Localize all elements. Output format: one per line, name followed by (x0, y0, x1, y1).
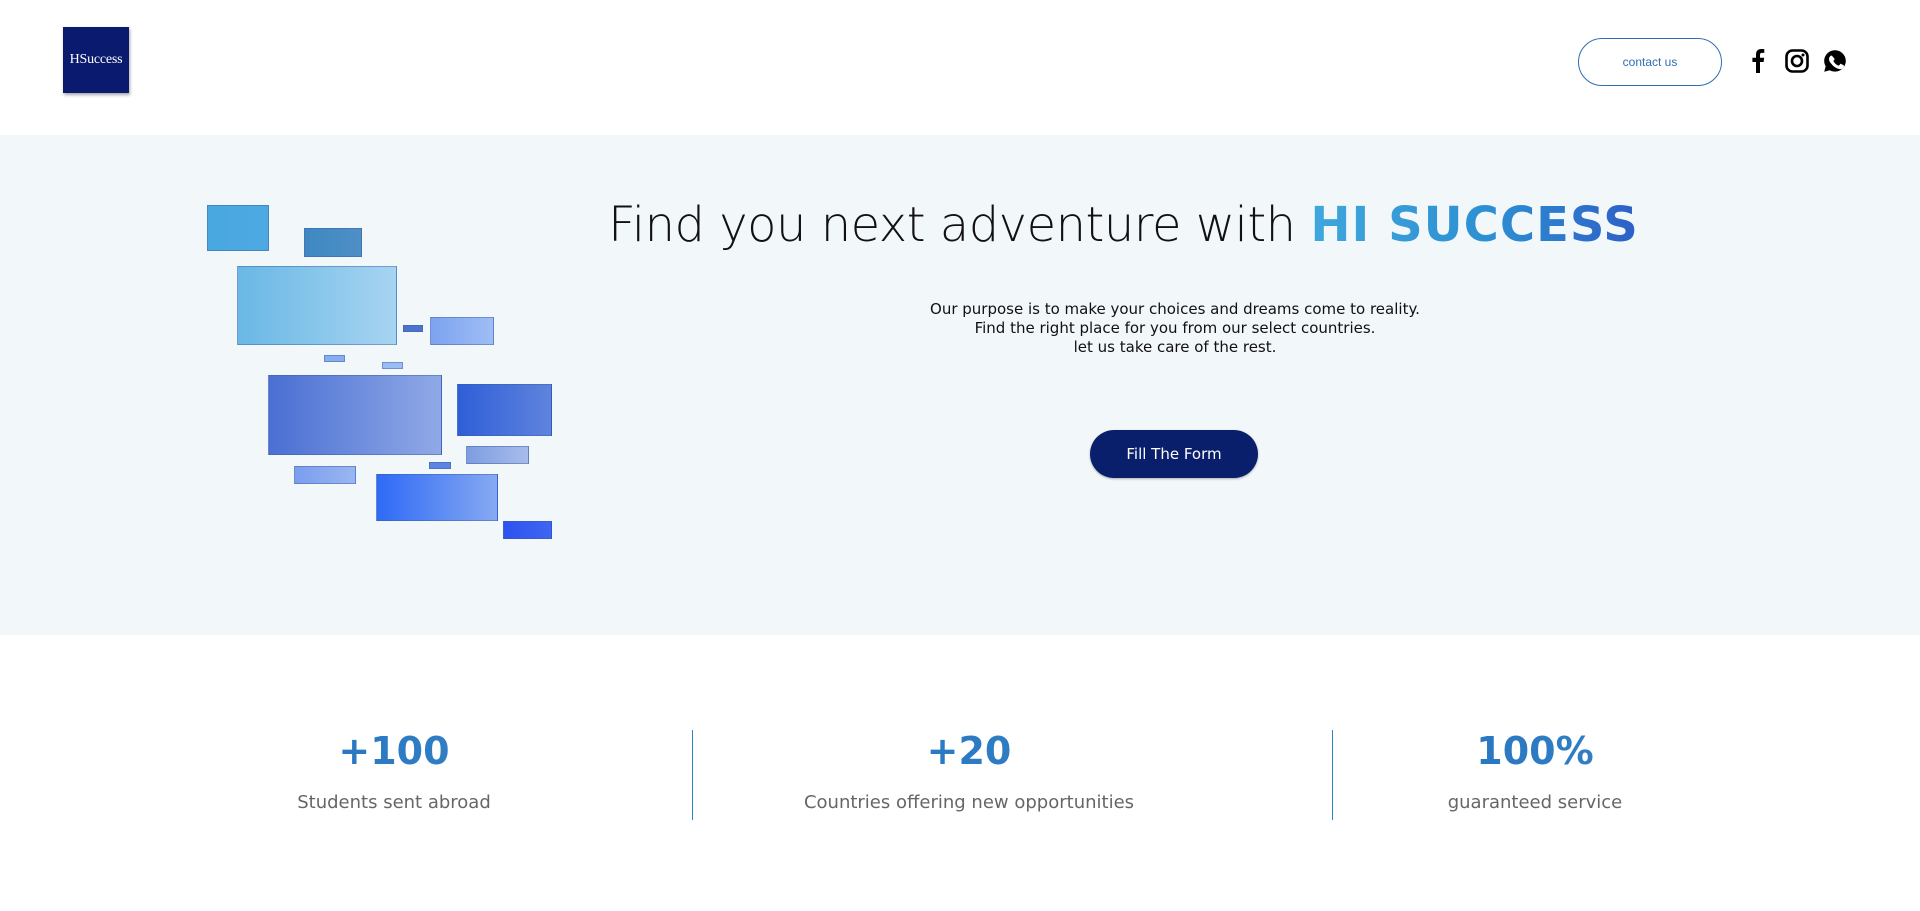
whatsapp-icon[interactable] (1822, 48, 1848, 74)
stat-countries: +20 Countries offering new opportunities (739, 728, 1199, 813)
decorative-rect (268, 375, 442, 455)
decorative-rect (429, 462, 451, 469)
stat-label: Students sent abroad (297, 792, 491, 813)
facebook-icon[interactable] (1745, 48, 1771, 74)
stat-students: +100 Students sent abroad (164, 728, 624, 813)
stat-guarantee: 100% guaranteed service (1305, 728, 1765, 813)
hero-line: Our purpose is to make your choices and … (930, 300, 1420, 318)
decorative-rect (324, 355, 345, 362)
stats-section: +100 Students sent abroad +20 Countries … (0, 635, 1920, 911)
decorative-rect (403, 325, 423, 332)
decorative-rect (376, 474, 498, 521)
hero-line: let us take care of the rest. (1073, 338, 1277, 356)
site-header: HSuccess contact us (0, 0, 1920, 135)
hero-title-brand: HI SUCCESS (1310, 197, 1639, 253)
decorative-rect (430, 317, 494, 345)
logo[interactable]: HSuccess (63, 27, 129, 93)
stat-label: guaranteed service (1447, 792, 1623, 813)
hero-line: Find the right place for you from our se… (974, 319, 1376, 337)
logo-text: HSuccess (69, 52, 123, 67)
contact-us-label: contact us (1622, 55, 1678, 69)
fill-the-form-label: Fill The Form (1126, 445, 1222, 463)
decorative-rect (237, 266, 397, 345)
hero-title: Find you next adventure with HI SUCCESS (0, 197, 1920, 253)
stat-value: 100% (1305, 728, 1765, 774)
fill-the-form-button[interactable]: Fill The Form (1090, 430, 1258, 478)
stat-value: +20 (739, 728, 1199, 774)
stat-value: +100 (164, 728, 624, 774)
decorative-rect (294, 466, 356, 484)
decorative-rect (503, 521, 552, 539)
decorative-rect (466, 446, 529, 464)
hero-section: Find you next adventure with HI SUCCESS … (0, 135, 1920, 635)
stat-label: Countries offering new opportunities (803, 792, 1135, 813)
stat-divider (692, 730, 693, 820)
decorative-rect (382, 362, 403, 369)
instagram-icon[interactable] (1784, 48, 1810, 74)
contact-us-button[interactable]: contact us (1578, 38, 1722, 86)
decorative-rect (457, 384, 552, 436)
hero-title-prefix: Find you next adventure with (608, 197, 1311, 253)
hero-description: Our purpose is to make your choices and … (830, 300, 1520, 357)
